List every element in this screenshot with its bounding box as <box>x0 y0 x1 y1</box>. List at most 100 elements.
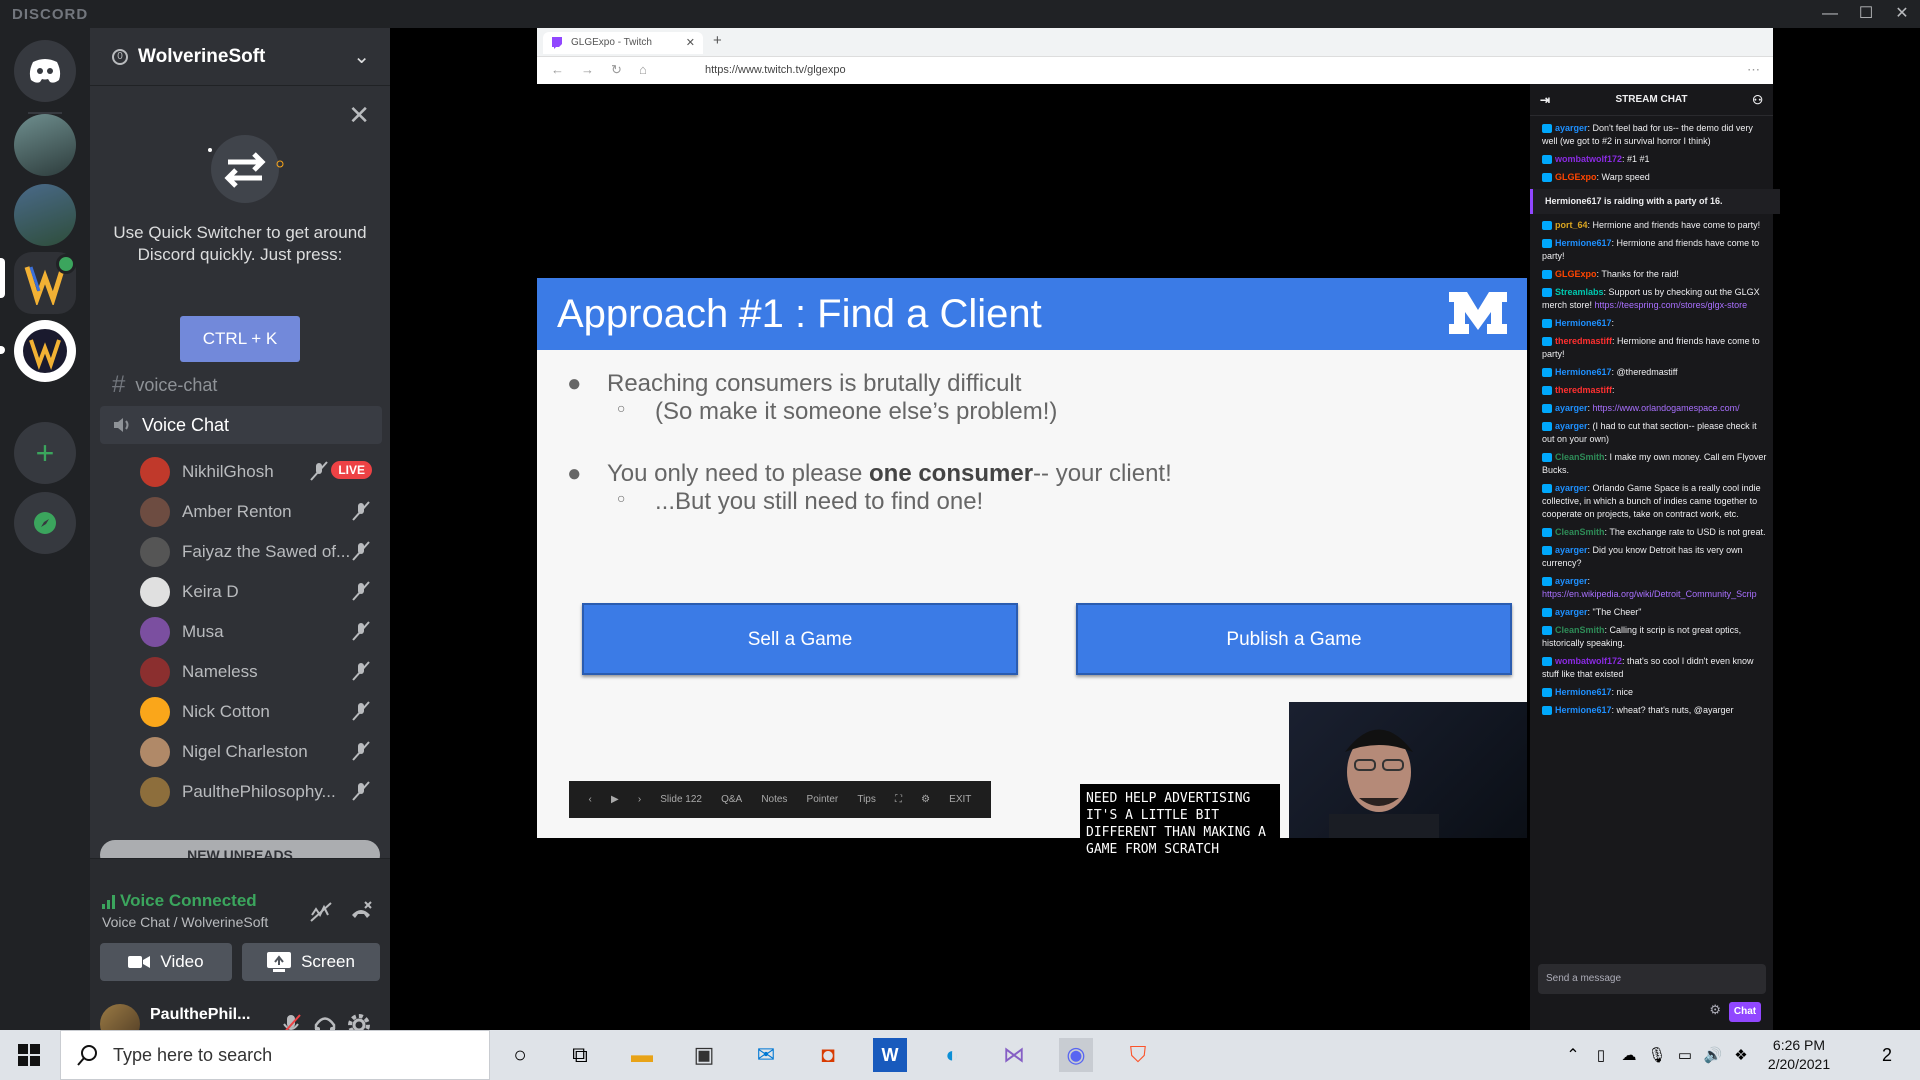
server-icon-2[interactable] <box>14 184 76 246</box>
chat-message: ayarger: Orlando Game Space is a really … <box>1542 483 1761 519</box>
search-placeholder: Type here to search <box>113 1044 273 1065</box>
close-icon[interactable]: ✕ <box>348 100 370 131</box>
cortana-icon[interactable]: ○ <box>503 1038 537 1072</box>
visual-studio-icon[interactable]: ⋈ <box>997 1038 1031 1072</box>
stream-caption: NEED HELP ADVERTISING IT'S A LITTLE BIT … <box>1080 784 1280 870</box>
bullet-text: Reaching consumers is brutally difficult <box>607 370 1022 397</box>
qa-label: Q&A <box>721 794 743 805</box>
stream-chat-title: STREAM CHAT <box>1615 94 1688 105</box>
notifications-icon[interactable]: 2 <box>1870 1038 1904 1072</box>
member-name: Faiyaz the Sawed of... <box>182 542 351 561</box>
start-button[interactable] <box>12 1038 46 1072</box>
michigan-m-logo <box>1449 292 1507 334</box>
slide-controls: ‹ ▶ › Slide 122 Q&A Notes Pointer Tips ⛶ ⚙ … <box>569 781 991 818</box>
chat-text: #1 #1 <box>1627 154 1650 164</box>
voice-member[interactable]: Amber Renton <box>140 492 382 532</box>
dropbox-icon[interactable]: ❖ <box>1724 1038 1758 1072</box>
voice-member[interactable]: Keira D <box>140 572 382 612</box>
chat-badge-icon <box>1542 577 1552 587</box>
server-icon-wolverinesoft-2[interactable] <box>14 320 76 382</box>
minimize-button[interactable]: — <box>1812 2 1848 26</box>
add-server-button[interactable]: + <box>14 422 76 484</box>
close-button[interactable]: ✕ <box>1884 2 1920 26</box>
server-rail: + <box>0 28 90 1030</box>
avatar <box>140 577 170 607</box>
voice-member[interactable]: Nick Cotton <box>140 692 382 732</box>
server-pill-indicator <box>0 258 5 298</box>
chat-input: Send a message <box>1538 964 1766 994</box>
username[interactable]: PaulthePhil... <box>150 1006 250 1024</box>
chat-username: Hermione617 <box>1555 705 1612 715</box>
back-icon: ← <box>551 62 564 77</box>
channel-voice-chat-text[interactable]: # voice-chat <box>100 366 382 404</box>
video-button[interactable]: Video <box>100 943 232 981</box>
muted-microphone-icon <box>310 461 328 481</box>
channel-voice-chat[interactable]: Voice Chat <box>100 406 382 444</box>
screen-share-icon <box>267 952 292 972</box>
taskbar-search[interactable]: Type here to search <box>60 1030 490 1080</box>
discord-taskbar-icon[interactable]: ◉ <box>1059 1038 1093 1072</box>
chat-message: ayarger: https://www.orlandogamespace.co… <box>1542 402 1768 415</box>
discord-home-button[interactable] <box>14 40 76 102</box>
brave-icon[interactable]: ⛉ <box>1121 1038 1155 1072</box>
maximize-button[interactable]: ☐ <box>1848 2 1884 26</box>
chat-username: wombatwolf172 <box>1555 656 1623 666</box>
sub-bullet-text: (So make it someone else’s problem!) <box>655 398 1058 425</box>
edge-icon[interactable]: ◐ <box>935 1038 969 1072</box>
chat-badge-icon <box>1542 528 1552 538</box>
voice-member[interactable]: Nigel Charleston <box>140 732 382 772</box>
file-explorer-icon[interactable]: ▬ <box>625 1038 659 1072</box>
disconnect-icon[interactable] <box>348 899 374 925</box>
guild-header[interactable]: 0 WolverineSoft ⌄ <box>90 28 390 86</box>
chat-message-list: ayarger: Don't feel bad for us-- the dem… <box>1530 122 1780 722</box>
chat-message: theredmastiff: Hermione and friends have… <box>1542 336 1760 359</box>
store-icon[interactable]: ▣ <box>687 1038 721 1072</box>
stream-viewer[interactable]: GLGExpo - Twitch ✕ + ← → ↻ ⌂ https://www… <box>390 28 1920 1030</box>
muted-microphone-icon <box>352 661 370 681</box>
video-camera-icon <box>128 956 151 968</box>
office-icon[interactable]: ◘ <box>811 1038 845 1072</box>
chevron-down-icon[interactable]: ⌄ <box>353 44 370 69</box>
taskbar-clock[interactable]: 6:26 PM 2/20/2021 <box>1754 1036 1844 1074</box>
gear-icon: ⚙ <box>921 794 931 805</box>
chat-badge-icon <box>1542 173 1552 183</box>
chat-badge-icon <box>1542 319 1552 329</box>
chat-message: Hermione617: wheat? that's nuts, @ayarge… <box>1542 704 1768 717</box>
chat-message: ayarger: Did you know Detroit has its ve… <box>1542 545 1743 568</box>
notes-label: Notes <box>761 794 788 805</box>
quick-switcher-shortcut-button[interactable]: CTRL + K <box>180 316 300 362</box>
chat-message: GLGExpo: Warp speed <box>1542 171 1768 184</box>
chat-message: ayarger: "The Cheer" <box>1542 606 1768 619</box>
muted-microphone-icon <box>352 501 370 521</box>
task-view-icon[interactable]: ⧉ <box>563 1038 597 1072</box>
speaker-icon <box>114 418 129 432</box>
quick-switcher-tip: ✕ Use Quick Switcher to get around Disco… <box>90 94 390 364</box>
explore-servers-button[interactable] <box>14 492 76 554</box>
voice-member[interactable]: Nameless <box>140 652 382 692</box>
voice-member[interactable]: NikhilGhosh LIVE <box>140 452 382 492</box>
chat-link: https://teespring.com/stores/glgx-store <box>1594 300 1748 310</box>
mail-icon[interactable]: ✉ <box>749 1038 783 1072</box>
chat-username: GLGExpo <box>1555 172 1597 182</box>
next-slide-icon: › <box>637 794 642 805</box>
muted-microphone-icon <box>352 701 370 721</box>
voice-member[interactable]: Faiyaz the Sawed of... <box>140 532 382 572</box>
chat-badge-icon <box>1542 221 1552 231</box>
channel-sidebar: 0 WolverineSoft ⌄ ✕ Use Quick Switcher t… <box>90 28 390 1058</box>
chat-badge-icon <box>1542 453 1552 463</box>
noise-suppression-icon[interactable] <box>308 899 334 925</box>
chat-text: "The Cheer" <box>1592 607 1642 617</box>
voice-member[interactable]: Musa <box>140 612 382 652</box>
chat-username: ayarger <box>1555 545 1588 555</box>
signal-icon[interactable] <box>102 895 116 909</box>
compass-icon <box>34 512 56 534</box>
word-icon[interactable]: W <box>873 1038 907 1072</box>
chat-text: Thanks for the raid! <box>1601 269 1679 279</box>
voice-member[interactable]: PaulthePhilosophy... <box>140 772 382 812</box>
server-icon-1[interactable] <box>14 114 76 176</box>
screen-share-button[interactable]: Screen <box>242 943 380 981</box>
voice-connection-panel: Voice Connected Voice Chat / WolverineSo… <box>90 858 390 990</box>
chat-badge-icon <box>1542 288 1552 298</box>
chat-username: wombatwolf172 <box>1555 154 1623 164</box>
bullet-dot: ● <box>567 460 582 487</box>
